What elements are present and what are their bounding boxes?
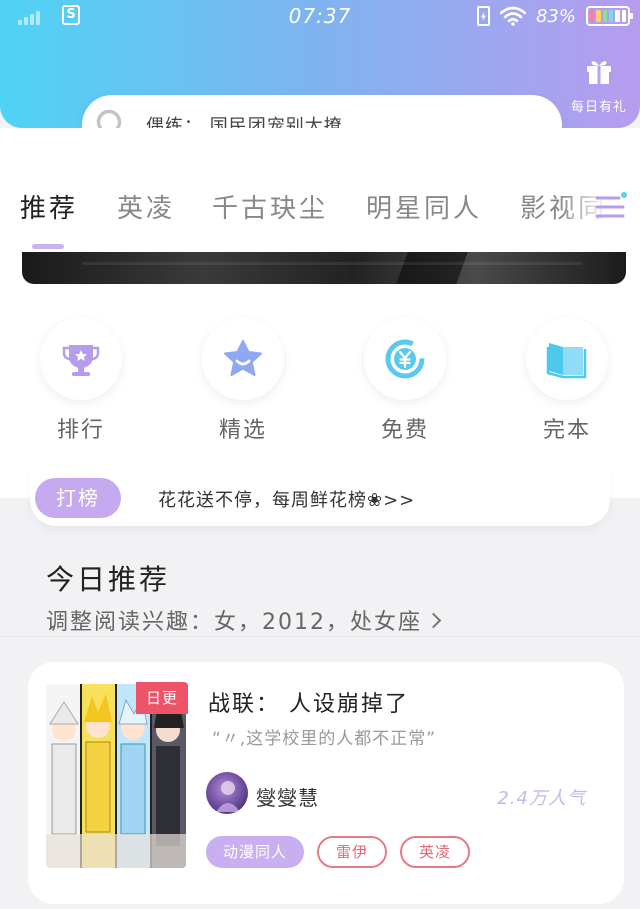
author-name[interactable]: 燮燮慧 xyxy=(256,782,319,811)
finished-label: 完本 xyxy=(542,418,591,443)
battery-percent: 83% xyxy=(535,5,576,27)
featured-button[interactable]: 精选 xyxy=(200,318,286,444)
gift-icon xyxy=(587,61,611,84)
tab-yingling[interactable]: 英凌 xyxy=(117,188,175,225)
banner-image[interactable] xyxy=(22,252,626,284)
wifi-icon xyxy=(499,6,526,26)
tab-recommend[interactable]: 推荐 xyxy=(20,188,78,225)
daban-text: 花花送不停，每周鲜花榜❀>> xyxy=(158,490,416,511)
tag-leiyi[interactable]: 雷伊 xyxy=(317,836,387,868)
rank-button[interactable]: 排行 xyxy=(38,318,124,444)
daban-badge: 打榜 xyxy=(35,478,121,518)
tag-yingling[interactable]: 英凌 xyxy=(400,836,470,868)
reading-interest-text: 调整阅读兴趣：女，2012，处女座 xyxy=(46,610,422,635)
section-title: 今日推荐 xyxy=(46,563,171,596)
tab-star-fanfic[interactable]: 明星同人 xyxy=(366,188,482,225)
status-bar: S 07:37 83% xyxy=(0,0,640,32)
trophy-icon xyxy=(62,345,100,376)
avatar-art xyxy=(216,781,240,812)
category-tabs: 推荐 英凌 千古玦尘 明星同人 影视同 xyxy=(0,188,640,238)
tab-qiangu-juechen[interactable]: 千古玦尘 xyxy=(212,188,328,225)
battery-icon xyxy=(586,6,633,26)
divider xyxy=(0,636,640,637)
category-menu-icon[interactable] xyxy=(594,190,628,222)
free-label: 免费 xyxy=(380,418,429,443)
book-card[interactable]: 日更 战联： 人设崩掉了 “〃,这学校里的人都不正常” 燮燮慧 2.4万人气 动… xyxy=(28,662,624,904)
book-title: 战联： 人设崩掉了 xyxy=(208,692,409,717)
free-button[interactable]: 免费 xyxy=(362,318,448,444)
flower-ranking-bar[interactable]: 打榜 花花送不停，每周鲜花榜❀>> xyxy=(30,472,610,526)
daily-update-badge: 日更 xyxy=(136,682,188,714)
rank-label: 排行 xyxy=(56,418,105,443)
yen-coin-icon xyxy=(385,339,425,379)
chevron-right-icon xyxy=(425,612,442,629)
book-quote: “〃,这学校里的人都不正常” xyxy=(212,729,437,749)
daily-gift-button[interactable]: 每日有礼 xyxy=(566,56,632,115)
tag-anime-fanfic[interactable]: 动漫同人 xyxy=(206,836,304,868)
reading-interest-link[interactable]: 调整阅读兴趣：女，2012，处女座 xyxy=(46,604,442,636)
avatar[interactable] xyxy=(206,772,248,814)
featured-label: 精选 xyxy=(218,418,267,443)
book-icon xyxy=(546,343,587,379)
gift-label: 每日有礼 xyxy=(570,100,627,115)
active-tab-indicator xyxy=(32,244,64,249)
finished-button[interactable]: 完本 xyxy=(524,318,610,444)
star-icon xyxy=(224,340,262,376)
popularity-count: 2.4万人气 xyxy=(497,788,586,809)
battery-saver-icon xyxy=(476,6,490,26)
